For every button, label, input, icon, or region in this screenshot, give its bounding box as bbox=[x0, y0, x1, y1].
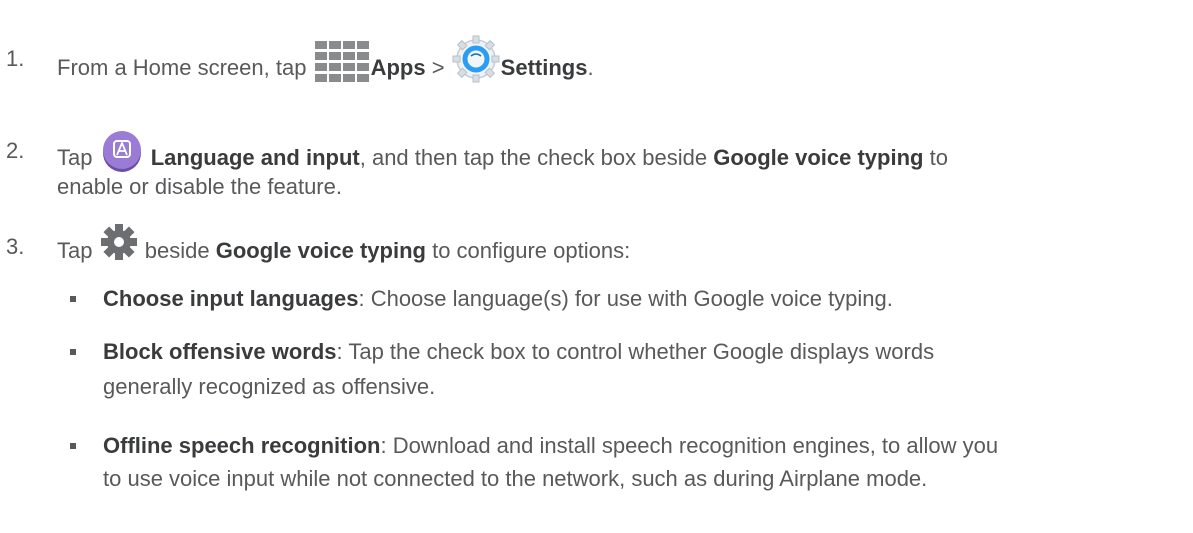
bullet-icon bbox=[70, 443, 76, 449]
step-text-a: Tap bbox=[57, 144, 93, 170]
step-text-b: beside bbox=[144, 237, 210, 263]
option-desc: : Download and install speech recognitio… bbox=[380, 433, 999, 458]
option-desc: : Choose language(s) for use with Google… bbox=[358, 286, 893, 311]
gear-icon bbox=[99, 222, 139, 262]
google-voice-typing-label: Google voice typing bbox=[713, 144, 924, 170]
step-number: 3. bbox=[6, 234, 25, 259]
option-title: Choose input languages bbox=[103, 286, 359, 311]
apps-label: Apps bbox=[370, 54, 426, 80]
apps-grid-icon bbox=[313, 39, 371, 83]
step-text: Tap beside Google voice typing to config… bbox=[57, 224, 631, 272]
step-text-a: From a Home screen, tap bbox=[57, 54, 307, 80]
option-line: Block offensive words: Tap the check box… bbox=[103, 337, 934, 367]
step-text-c: to bbox=[929, 144, 948, 170]
option-line2: to use voice input while not connected t… bbox=[103, 466, 928, 491]
settings-gear-icon bbox=[451, 34, 501, 84]
step-text: From a Home screen, tap Apps > Settings. bbox=[57, 35, 594, 94]
language-input-label: Language and input bbox=[150, 144, 360, 170]
option-line: Choose input languages: Choose language(… bbox=[103, 284, 893, 314]
option-line2: generally recognized as offensive. bbox=[103, 374, 436, 399]
option-desc: : Tap the check box to control whether G… bbox=[336, 339, 935, 364]
option-line: Offline speech recognition: Download and… bbox=[103, 431, 998, 461]
option-title: Offline speech recognition bbox=[103, 433, 381, 458]
settings-label: Settings bbox=[500, 54, 588, 80]
language-input-icon bbox=[99, 128, 145, 174]
step-text-b: , and then tap the check box beside bbox=[359, 144, 708, 170]
step-text-line2: enable or disable the feature. bbox=[57, 174, 342, 199]
period: . bbox=[587, 54, 594, 80]
bullet-icon bbox=[70, 296, 76, 302]
bullet-icon bbox=[70, 349, 76, 355]
step-number: 1. bbox=[6, 46, 25, 71]
option-title: Block offensive words bbox=[103, 339, 337, 364]
step-text-c: to configure options: bbox=[432, 237, 631, 263]
google-voice-typing-label: Google voice typing bbox=[215, 237, 426, 263]
step-text-a: Tap bbox=[57, 237, 93, 263]
separator: > bbox=[431, 54, 445, 80]
step-number: 2. bbox=[6, 138, 25, 163]
